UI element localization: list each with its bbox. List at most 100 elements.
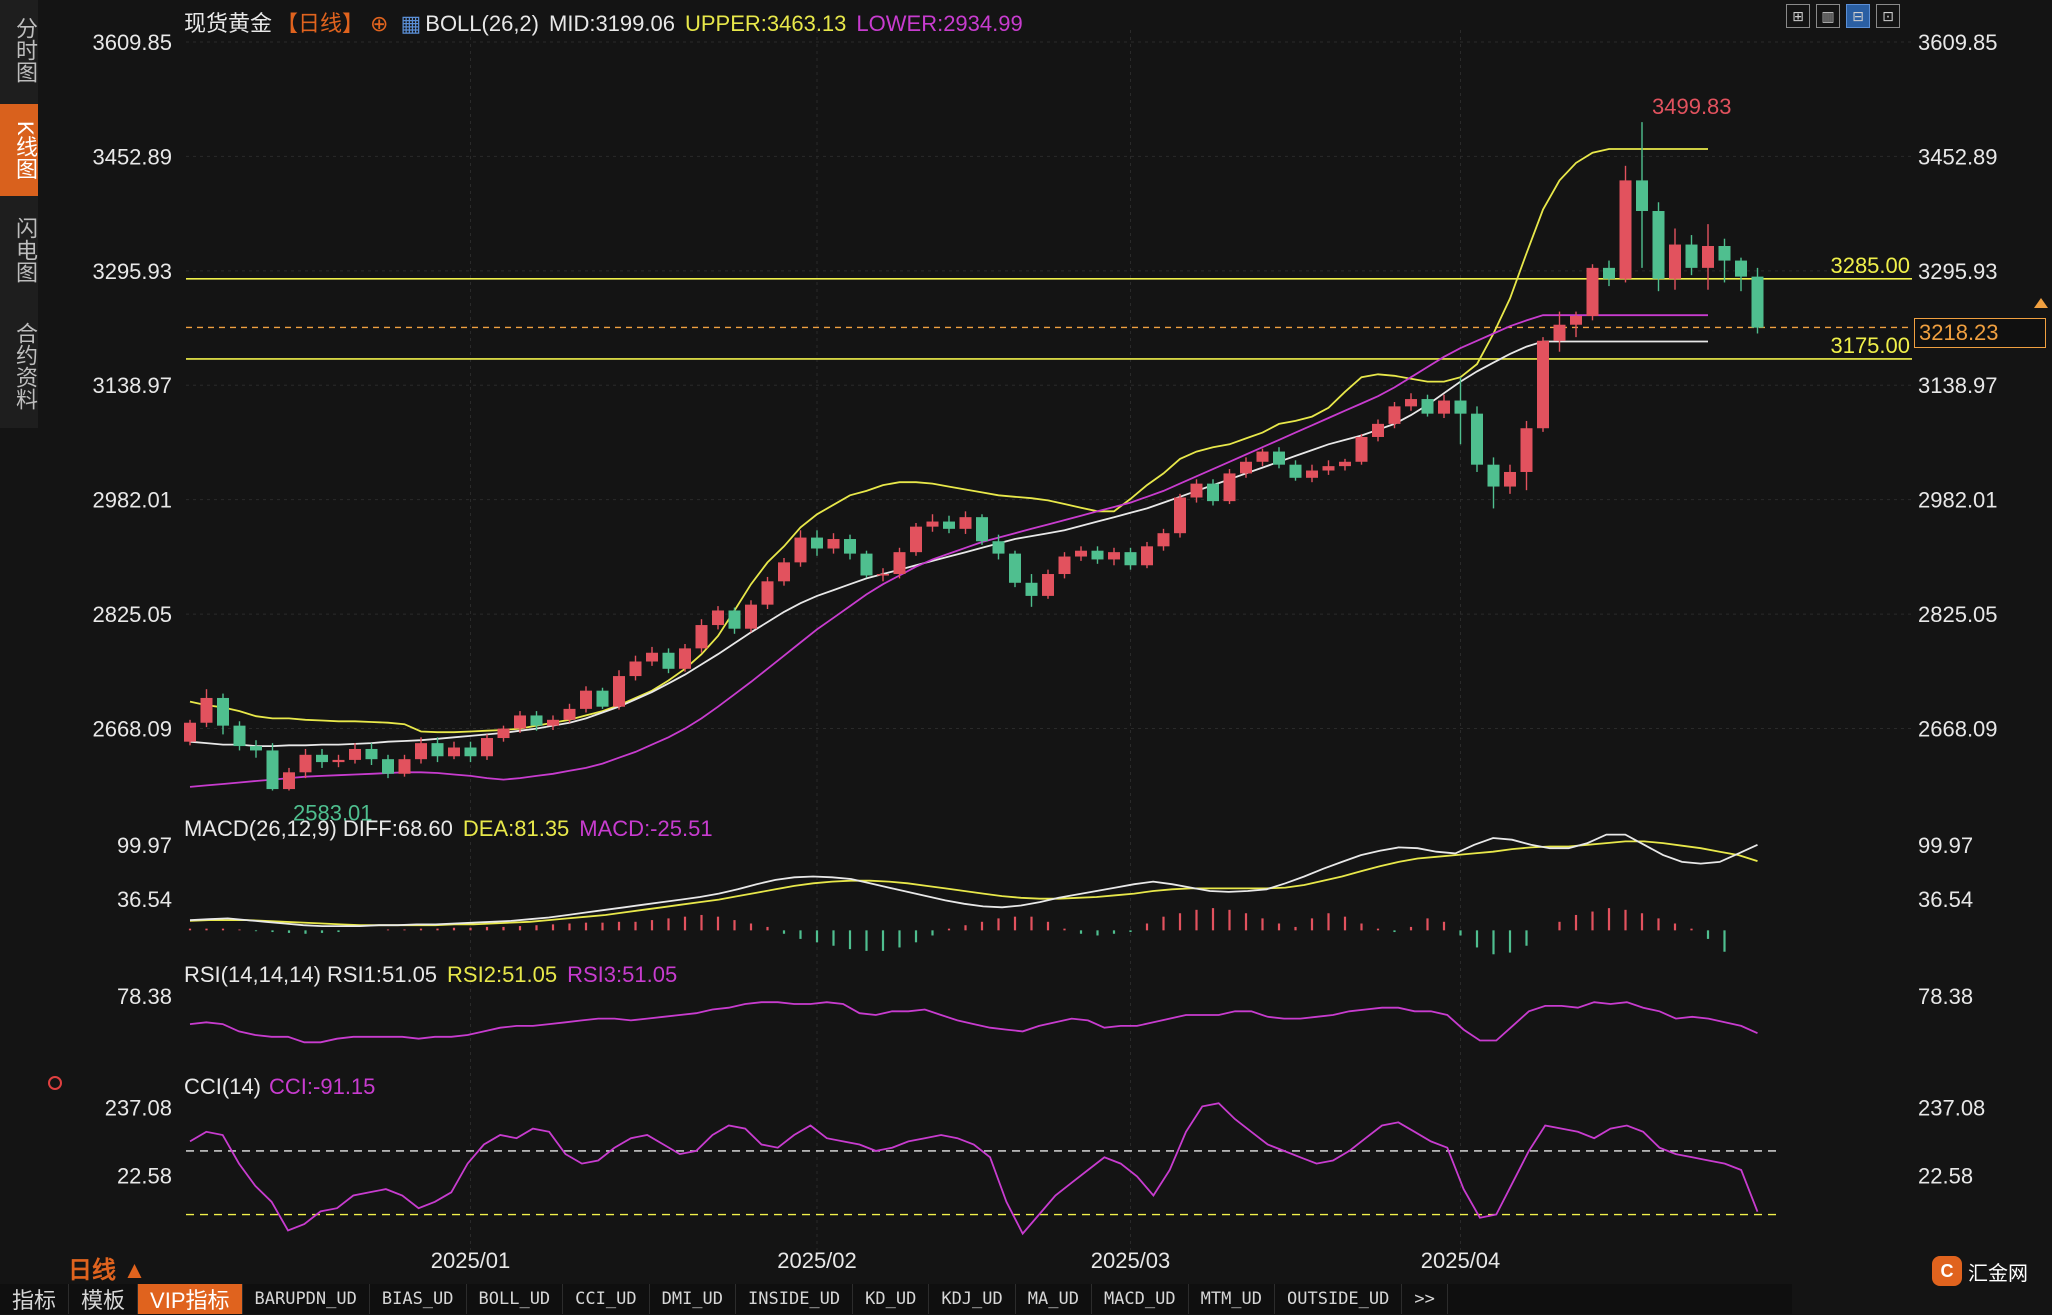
tab-indicator[interactable]: 指标: [0, 1284, 70, 1314]
candle-body: [233, 725, 246, 747]
candle-body: [1405, 399, 1417, 407]
candle-body: [1190, 483, 1203, 498]
tab-barupdn[interactable]: BARUPDN_UD: [243, 1284, 370, 1314]
candle-body: [926, 521, 939, 527]
sidebar-tab-contract[interactable]: 合约资料: [0, 306, 38, 426]
grid-view-icon[interactable]: ⊞: [1786, 4, 1810, 28]
candle-body: [1438, 400, 1450, 414]
add-icon[interactable]: ⊕: [370, 11, 388, 36]
macd-diff: DIFF:68.60: [342, 816, 453, 841]
horizontal-line-label: 3285.00: [1830, 253, 1910, 278]
rsi-y-tick-left: 78.38: [117, 984, 172, 1009]
candle-body: [1141, 546, 1153, 566]
candle-body: [580, 690, 592, 709]
tab-ma[interactable]: MA_UD: [1016, 1284, 1092, 1314]
y-tick-label-right: 3295.93: [1918, 259, 1998, 284]
y-tick-label-right: 3138.97: [1918, 373, 1998, 398]
period-tag[interactable]: 【日线】: [276, 11, 364, 36]
candle-body: [1174, 497, 1186, 534]
period-button[interactable]: 日线 ▲: [68, 1250, 146, 1285]
fullscreen-icon[interactable]: ⊡: [1876, 4, 1900, 28]
candle-body: [184, 722, 196, 742]
x-tick-label: 2025/02: [777, 1248, 857, 1273]
macd-y-tick-left: 99.97: [117, 833, 172, 858]
candle-body: [1751, 276, 1764, 328]
line-view-icon[interactable]: ⊟: [1846, 4, 1870, 28]
tab-kdj[interactable]: KDJ_UD: [929, 1284, 1016, 1314]
chart-canvas[interactable]: 2025/01 2025/02 2025/03 2025/04 3609.85 3609.…: [0, 0, 2052, 1314]
sidebar-tab-kline[interactable]: K线图: [0, 104, 38, 196]
candle-body: [1570, 315, 1582, 325]
candle-body: [596, 690, 609, 707]
candle-body: [398, 759, 411, 774]
candle-body: [497, 728, 510, 739]
candle-body: [217, 697, 229, 726]
candle-body: [1273, 451, 1285, 465]
y-tick-label-right: 2668.09: [1918, 716, 1998, 741]
candle-body: [415, 743, 427, 760]
tab-mtm[interactable]: MTM_UD: [1189, 1284, 1276, 1314]
x-tick-label: 2025/01: [431, 1248, 511, 1273]
indicator-chart-icon[interactable]: ▦: [400, 11, 421, 36]
tab-inside[interactable]: INSIDE_UD: [736, 1284, 854, 1314]
candle-body: [827, 539, 840, 549]
tab-vip-indicator[interactable]: VIP指标: [138, 1284, 243, 1314]
sidebar-tab-flash[interactable]: 闪电图: [0, 200, 38, 300]
boll-lower-line: [189, 314, 1708, 788]
logo-text: 汇金网: [1968, 1262, 2028, 1285]
tab-cci[interactable]: CCI_UD: [563, 1284, 650, 1314]
candle-body: [299, 754, 312, 773]
cci-legend: CCI(14) CCI:-91.15: [184, 1074, 385, 1100]
sidebar-tab-timeshare[interactable]: 分时图: [0, 0, 38, 100]
rsi-legend: RSI(14,14,14) RSI1:51.05 RSI2:51.05 RSI3:51…: [184, 962, 687, 988]
macd-y-tick-left: 36.54: [117, 887, 172, 912]
candle-body: [1702, 245, 1714, 268]
candle-body: [1735, 260, 1747, 277]
rsi1-value: RSI1:51.05: [326, 962, 438, 987]
candle-body: [893, 552, 906, 575]
tab-bias[interactable]: BIAS_UD: [370, 1284, 467, 1314]
macd-dea: DEA:81.35: [462, 816, 570, 841]
candle-body: [1124, 552, 1137, 566]
rsi3-value: RSI3:51.05: [567, 962, 678, 987]
candle-body: [514, 715, 526, 729]
tab-outside[interactable]: OUTSIDE_UD: [1275, 1284, 1403, 1314]
candle-body: [332, 759, 345, 763]
tab-dmi[interactable]: DMI_UD: [650, 1284, 737, 1314]
candle-body: [1520, 428, 1533, 472]
crosshair-icon[interactable]: [48, 1076, 62, 1090]
column-view-icon[interactable]: ▥: [1816, 4, 1840, 28]
candle-body: [1388, 406, 1401, 424]
candle-body: [1025, 582, 1038, 596]
candle-body: [1355, 436, 1368, 462]
tab-more[interactable]: >>: [1402, 1284, 1448, 1314]
candle-body: [464, 747, 477, 757]
y-tick-label-left: 3295.93: [92, 259, 172, 284]
candle-body: [1075, 550, 1087, 557]
candle-body: [1108, 552, 1120, 560]
candle-body: [1256, 451, 1269, 462]
candle-body: [530, 715, 543, 726]
tab-kd[interactable]: KD_UD: [853, 1284, 930, 1314]
candle-body: [1586, 267, 1599, 316]
tab-template[interactable]: 模板: [69, 1284, 139, 1314]
rsi-name: RSI(14,14,14): [184, 962, 321, 987]
tab-boll[interactable]: BOLL_UD: [467, 1284, 564, 1314]
boll-upper: UPPER:3463.13: [684, 11, 847, 36]
boll-name: BOLL(26,2): [425, 11, 539, 36]
candle-body: [1553, 324, 1566, 341]
candle-body: [1603, 267, 1615, 279]
candle-body: [1009, 553, 1021, 583]
y-tick-label-left: 2825.05: [92, 602, 172, 627]
tab-macd[interactable]: MACD_UD: [1092, 1284, 1189, 1314]
macd-y-tick-right: 36.54: [1918, 887, 1973, 912]
rsi2-value: RSI2:51.05: [447, 962, 558, 987]
horizontal-line-label: 3175.00: [1830, 333, 1910, 358]
candle-body: [1289, 464, 1302, 478]
current-price-tag: 3218.23: [1914, 318, 2046, 348]
candle-body: [349, 748, 361, 760]
cci-y-tick-left: 237.08: [105, 1095, 172, 1120]
candle-body: [1207, 483, 1219, 502]
candle-body: [1471, 413, 1483, 465]
candle-body: [1306, 470, 1318, 478]
